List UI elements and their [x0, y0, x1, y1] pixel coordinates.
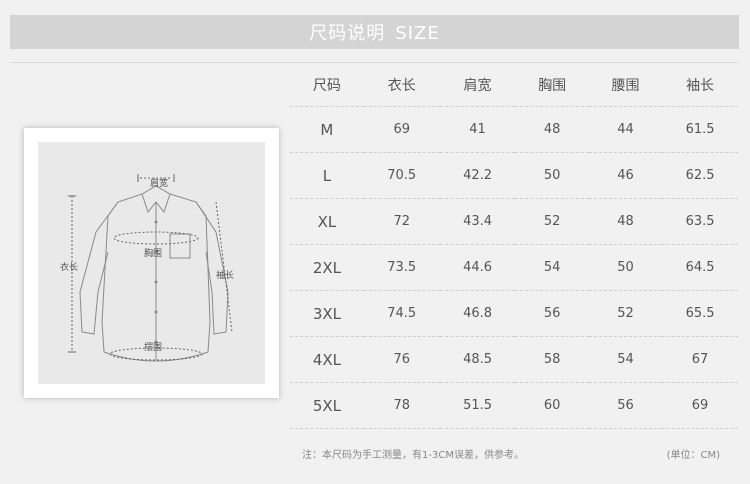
- cell-sleeve: 61.5: [662, 106, 738, 153]
- col-header-sleeve: 袖长: [662, 64, 738, 107]
- cell-chest: 56: [515, 290, 589, 337]
- table-row: XL 72 43.4 52 48 63.5: [290, 198, 738, 245]
- size-table: 尺码 衣长 肩宽 胸围 腰围 袖长 M 69 41 48 44 61.5 L 7…: [290, 64, 738, 429]
- header-title-cn: 尺码说明: [309, 23, 386, 44]
- table-row: L 70.5 42.2 50 46 62.5: [290, 152, 738, 199]
- cell-chest: 60: [515, 382, 589, 429]
- header-title-en: SIZE: [395, 23, 440, 44]
- cell-size: 4XL: [290, 336, 364, 383]
- table-row: 5XL 78 51.5 60 56 69: [290, 382, 738, 429]
- cell-shoulder: 46.8: [439, 290, 516, 337]
- cell-size: M: [290, 106, 364, 153]
- cell-shoulder: 44.6: [439, 244, 516, 291]
- cell-waist: 48: [588, 198, 663, 245]
- cell-waist: 56: [588, 382, 663, 429]
- cell-chest: 50: [515, 152, 589, 199]
- shirt-diagram: 肩宽 胸围 衣长 袖长 摆围: [38, 142, 265, 384]
- cell-length: 73.5: [363, 244, 440, 291]
- cell-shoulder: 43.4: [439, 198, 516, 245]
- cell-waist: 46: [588, 152, 663, 199]
- table-row: 4XL 76 48.5 58 54 67: [290, 336, 738, 383]
- col-header-chest: 胸围: [515, 64, 589, 107]
- table-header-row: 尺码 衣长 肩宽 胸围 腰围 袖长: [290, 64, 738, 107]
- cell-waist: 52: [588, 290, 663, 337]
- divider-line: [10, 62, 739, 63]
- cell-sleeve: 63.5: [662, 198, 738, 245]
- cell-size: XL: [290, 198, 364, 245]
- cell-length: 76: [363, 336, 440, 383]
- shoulder-label: 肩宽: [150, 179, 169, 189]
- header-bar: 尺码说明 SIZE: [10, 15, 739, 49]
- cell-sleeve: 62.5: [662, 152, 738, 199]
- cell-size: 2XL: [290, 244, 364, 291]
- col-header-length: 衣长: [363, 64, 440, 107]
- cell-chest: 52: [515, 198, 589, 245]
- cell-chest: 58: [515, 336, 589, 383]
- cell-length: 78: [363, 382, 440, 429]
- cell-shoulder: 51.5: [439, 382, 516, 429]
- cell-size: 3XL: [290, 290, 364, 337]
- cell-sleeve: 69: [662, 382, 738, 429]
- cell-shoulder: 48.5: [439, 336, 516, 383]
- cell-length: 69: [363, 106, 440, 153]
- cell-size: L: [290, 152, 364, 199]
- cell-chest: 48: [515, 106, 589, 153]
- col-header-shoulder: 肩宽: [439, 64, 516, 107]
- header-title: 尺码说明 SIZE: [309, 19, 439, 45]
- cell-sleeve: 65.5: [662, 290, 738, 337]
- table-row: M 69 41 48 44 61.5: [290, 106, 738, 153]
- sleeve-label: 袖长: [216, 271, 235, 281]
- cell-waist: 50: [588, 244, 663, 291]
- table-row: 3XL 74.5 46.8 56 52 65.5: [290, 290, 738, 337]
- cell-length: 74.5: [363, 290, 440, 337]
- table-row: 2XL 73.5 44.6 54 50 64.5: [290, 244, 738, 291]
- length-label: 衣长: [60, 263, 79, 273]
- col-header-size: 尺码: [290, 64, 364, 107]
- hem-label: 摆围: [144, 343, 163, 353]
- cell-length: 70.5: [363, 152, 440, 199]
- cell-shoulder: 41: [439, 106, 516, 153]
- cell-sleeve: 67: [662, 336, 738, 383]
- cell-waist: 54: [588, 336, 663, 383]
- cell-sleeve: 64.5: [662, 244, 738, 291]
- cell-waist: 44: [588, 106, 663, 153]
- shirt-diagram-frame: 肩宽 胸围 衣长 袖长 摆围: [24, 128, 279, 398]
- col-header-waist: 腰围: [588, 64, 663, 107]
- cell-chest: 54: [515, 244, 589, 291]
- chest-label: 胸围: [144, 249, 163, 259]
- cell-shoulder: 42.2: [439, 152, 516, 199]
- cell-length: 72: [363, 198, 440, 245]
- measurement-note: 注：本尺码为手工测量，有1-3CM误差，供参考。: [302, 450, 524, 461]
- unit-label: (单位：CM): [666, 450, 720, 461]
- cell-size: 5XL: [290, 382, 364, 429]
